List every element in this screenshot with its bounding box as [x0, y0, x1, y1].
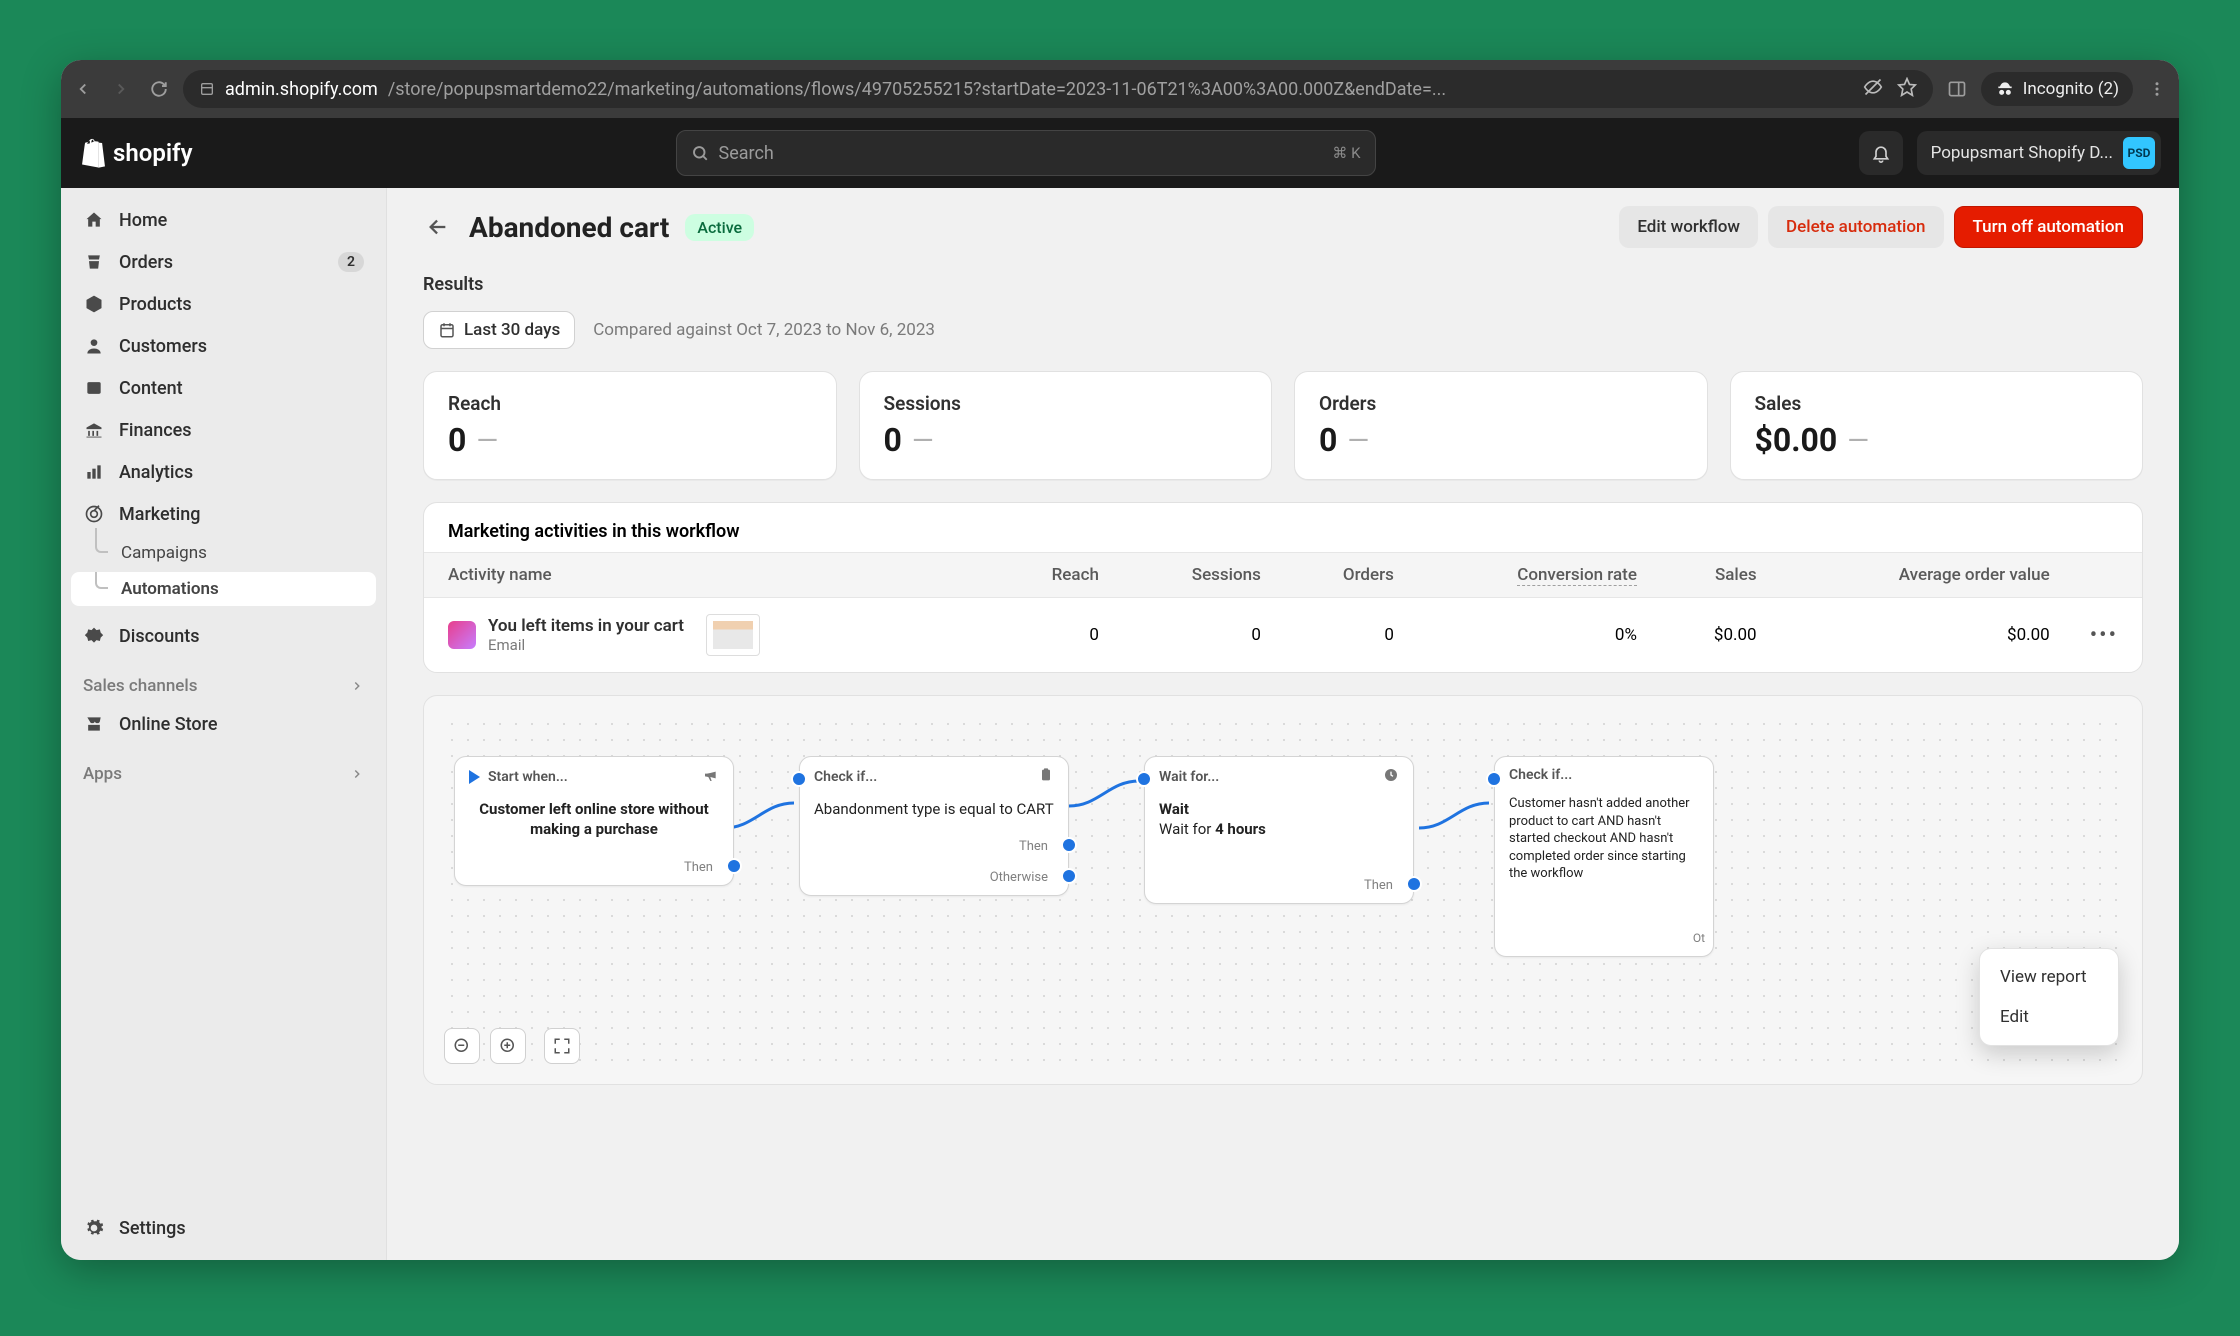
- activities-header-row: Activity name Reach Sessions Orders Conv…: [424, 553, 2142, 598]
- metric-reach: Reach0—: [423, 371, 837, 480]
- search-icon: [691, 144, 709, 162]
- sidebar: Home Orders2 Products Customers Content …: [61, 188, 387, 1260]
- url-path: /store/popupsmartdemo22/marketing/automa…: [388, 79, 1853, 100]
- port-dot[interactable]: [1406, 876, 1422, 892]
- bell-icon: [1871, 143, 1891, 163]
- sidebar-item-discounts[interactable]: Discounts: [71, 616, 376, 656]
- port-dot[interactable]: [726, 858, 742, 874]
- metric-sales: Sales$0.00—: [1730, 371, 2144, 480]
- browser-reload-icon[interactable]: [149, 79, 169, 99]
- sidebar-item-orders[interactable]: Orders2: [71, 242, 376, 282]
- metric-sessions: Sessions0—: [859, 371, 1273, 480]
- home-icon: [83, 209, 105, 231]
- megaphone-icon: [703, 767, 719, 787]
- flow-node-wait[interactable]: Wait for... WaitWait for 4 hours Then: [1144, 756, 1414, 904]
- menu-edit[interactable]: Edit: [1980, 997, 2118, 1037]
- port-dot[interactable]: [1061, 868, 1077, 884]
- browser-fwd-icon[interactable]: [111, 79, 131, 99]
- orders-badge: 2: [338, 252, 364, 272]
- tag-icon: [83, 293, 105, 315]
- browser-menu-icon[interactable]: [2147, 79, 2167, 99]
- url-bar[interactable]: admin.shopify.com/store/popupsmartdemo22…: [183, 70, 1933, 108]
- notifications-button[interactable]: [1859, 131, 1903, 175]
- search-input[interactable]: Search ⌘ K: [676, 130, 1376, 176]
- flow-node-start[interactable]: Start when... Customer left online store…: [454, 756, 734, 886]
- chevron-right-icon: [350, 767, 364, 781]
- turn-off-button[interactable]: Turn off automation: [1954, 206, 2144, 248]
- sidebar-item-campaigns[interactable]: Campaigns: [71, 536, 376, 570]
- compare-text: Compared against Oct 7, 2023 to Nov 6, 2…: [593, 320, 935, 340]
- results-heading: Results: [423, 260, 2143, 311]
- sidebar-item-content[interactable]: Content: [71, 368, 376, 408]
- flow-node-check2[interactable]: Check if... Customer hasn't added anothe…: [1494, 756, 1714, 957]
- sidebar-section-apps[interactable]: Apps: [71, 746, 376, 790]
- sidebar-item-analytics[interactable]: Analytics: [71, 452, 376, 492]
- browser-back-icon[interactable]: [73, 79, 93, 99]
- port-dot[interactable]: [1486, 771, 1502, 787]
- target-icon: [83, 503, 105, 525]
- analytics-icon: [83, 461, 105, 483]
- main-content: Abandoned cart Active Edit workflow Dele…: [387, 188, 2179, 1260]
- activities-heading: Marketing activities in this workflow: [424, 503, 2142, 552]
- hide-icon[interactable]: [1863, 77, 1883, 102]
- sidebar-item-customers[interactable]: Customers: [71, 326, 376, 366]
- port-dot[interactable]: [1061, 837, 1077, 853]
- port-dot[interactable]: [791, 771, 807, 787]
- date-range-picker[interactable]: Last 30 days: [423, 311, 575, 349]
- store-switcher[interactable]: Popupsmart Shopify D... PSD: [1917, 131, 2161, 175]
- sidepanel-icon[interactable]: [1947, 79, 1967, 99]
- play-icon: [469, 770, 480, 784]
- zoom-in-button[interactable]: [490, 1028, 526, 1064]
- sidebar-item-finances[interactable]: Finances: [71, 410, 376, 450]
- star-icon[interactable]: [1897, 77, 1917, 102]
- workflow-canvas-card: Start when... Customer left online store…: [423, 695, 2143, 1085]
- orders-icon: [83, 251, 105, 273]
- sidebar-section-channels[interactable]: Sales channels: [71, 658, 376, 702]
- search-shortcut: ⌘ K: [1332, 144, 1360, 162]
- port-dot[interactable]: [1136, 771, 1152, 787]
- logo-text: shopify: [113, 139, 193, 167]
- flow-node-check1[interactable]: Check if... Abandonment type is equal to…: [799, 756, 1069, 896]
- zoom-out-button[interactable]: [444, 1028, 480, 1064]
- url-host: admin.shopify.com: [225, 79, 378, 100]
- chevron-right-icon: [350, 679, 364, 693]
- workflow-canvas[interactable]: Start when... Customer left online store…: [444, 716, 2122, 1064]
- gear-icon: [83, 1217, 105, 1239]
- app-icon: [448, 621, 476, 649]
- back-button[interactable]: [423, 212, 453, 242]
- sidebar-item-settings[interactable]: Settings: [71, 1208, 376, 1248]
- table-row[interactable]: You left items in your cartEmail 0 0 0 0…: [424, 598, 2142, 673]
- activities-card: Marketing activities in this workflow Ac…: [423, 502, 2143, 673]
- avatar: PSD: [2123, 137, 2155, 169]
- sidebar-item-automations[interactable]: Automations: [71, 572, 376, 606]
- browser-toolbar: admin.shopify.com/store/popupsmartdemo22…: [61, 60, 2179, 118]
- discount-icon: [83, 625, 105, 647]
- sidebar-item-home[interactable]: Home: [71, 200, 376, 240]
- content-icon: [83, 377, 105, 399]
- incognito-chip[interactable]: Incognito (2): [1981, 72, 2133, 106]
- shopify-logo[interactable]: shopify: [79, 138, 193, 168]
- sidebar-item-products[interactable]: Products: [71, 284, 376, 324]
- status-badge: Active: [685, 214, 754, 241]
- email-thumbnail: [706, 614, 760, 656]
- clock-icon: [1383, 767, 1399, 787]
- person-icon: [83, 335, 105, 357]
- menu-view-report[interactable]: View report: [1980, 957, 2118, 997]
- sidebar-item-online-store[interactable]: Online Store: [71, 704, 376, 744]
- page-title: Abandoned cart: [469, 211, 669, 244]
- row-more-button[interactable]: •••: [2082, 623, 2126, 648]
- edit-workflow-button[interactable]: Edit workflow: [1619, 206, 1758, 248]
- metric-orders: Orders0—: [1294, 371, 1708, 480]
- app-topbar: shopify Search ⌘ K Popupsmart Shopify D.…: [61, 118, 2179, 188]
- row-context-menu: View report Edit: [1979, 948, 2119, 1046]
- delete-automation-button[interactable]: Delete automation: [1768, 206, 1943, 248]
- store-icon: [83, 713, 105, 735]
- bank-icon: [83, 419, 105, 441]
- arrow-left-icon: [427, 216, 449, 238]
- sidebar-item-marketing[interactable]: Marketing: [71, 494, 376, 534]
- calendar-icon: [438, 321, 456, 339]
- fit-button[interactable]: [544, 1028, 580, 1064]
- clipboard-icon: [1038, 767, 1054, 787]
